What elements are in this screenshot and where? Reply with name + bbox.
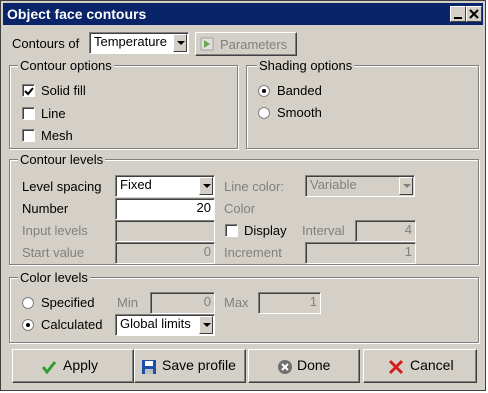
mesh-label: Mesh — [41, 128, 73, 143]
start-value-input[interactable]: 0 — [115, 242, 215, 264]
window-title: Object face contours — [7, 6, 147, 22]
calculated-select[interactable]: Global limits — [115, 314, 215, 336]
line-checkbox[interactable] — [22, 107, 35, 120]
color-label: Color — [224, 201, 256, 216]
save-profile-label: Save profile — [162, 357, 236, 373]
level-spacing-label: Level spacing — [22, 179, 102, 194]
checkmark-icon — [41, 361, 57, 375]
contours-of-label: Contours of — [12, 36, 80, 51]
apply-button[interactable]: Apply — [12, 349, 134, 383]
specified-label: Specified — [41, 295, 95, 310]
floppy-disk-icon — [142, 360, 156, 374]
start-value-value: 0 — [203, 244, 211, 259]
calculated-label: Calculated — [41, 317, 103, 332]
done-icon — [278, 360, 292, 374]
input-levels-input[interactable] — [115, 220, 215, 242]
parameters-button[interactable]: Parameters — [195, 32, 297, 56]
minimize-icon — [454, 17, 462, 19]
mesh-checkbox[interactable] — [22, 129, 35, 142]
chevron-down-icon[interactable] — [173, 34, 187, 52]
done-button[interactable]: Done — [248, 349, 360, 383]
solid-fill-label: Solid fill — [41, 83, 86, 98]
solid-fill-checkbox[interactable] — [22, 84, 35, 97]
increment-label: Increment — [224, 245, 282, 260]
chevron-down-icon[interactable] — [199, 177, 213, 195]
input-levels-label: Input levels — [22, 223, 88, 238]
smooth-label: Smooth — [277, 105, 322, 120]
start-value-label: Start value — [22, 245, 85, 260]
increment-value: 1 — [404, 244, 412, 259]
save-profile-button[interactable]: Save profile — [134, 349, 246, 383]
number-input[interactable]: 20 — [115, 198, 215, 220]
color-levels-title: Color levels — [18, 270, 90, 285]
interval-input[interactable]: 4 — [355, 220, 416, 242]
calculated-radio[interactable] — [22, 319, 34, 331]
min-label: Min — [117, 295, 138, 310]
level-spacing-select[interactable]: Fixed — [115, 175, 215, 197]
min-value: 0 — [203, 294, 211, 309]
line-color-select[interactable]: Variable — [305, 175, 415, 197]
checkmark-icon — [24, 87, 34, 96]
line-color-label: Line color: — [224, 179, 284, 194]
close-button[interactable] — [466, 6, 482, 22]
number-label: Number — [22, 201, 69, 216]
cancel-icon — [388, 359, 404, 375]
chevron-down-icon[interactable] — [199, 316, 213, 334]
display-label: Display — [244, 223, 287, 238]
dialog-window: Object face contours Contours of Tempera… — [0, 0, 486, 391]
minimize-button[interactable] — [450, 6, 466, 22]
calculated-value: Global limits — [120, 316, 191, 331]
max-label: Max — [224, 295, 249, 310]
color-levels-group: Color levels — [9, 270, 479, 343]
smooth-radio[interactable] — [258, 107, 270, 119]
number-value: 20 — [196, 200, 211, 215]
line-label: Line — [41, 106, 66, 121]
specified-radio[interactable] — [22, 297, 34, 309]
apply-label: Apply — [63, 357, 99, 373]
contours-of-select[interactable]: Temperature — [89, 32, 189, 54]
increment-input[interactable]: 1 — [305, 242, 416, 264]
title-bar: Object face contours — [3, 3, 483, 25]
contours-of-value: Temperature — [94, 34, 167, 49]
contour-options-title: Contour options — [18, 58, 114, 73]
contour-levels-title: Contour levels — [18, 152, 106, 167]
level-spacing-value: Fixed — [120, 177, 152, 192]
banded-radio[interactable] — [258, 85, 270, 97]
chevron-down-icon[interactable] — [399, 177, 413, 195]
cancel-button[interactable]: Cancel — [363, 349, 477, 383]
line-color-value: Variable — [310, 177, 357, 192]
banded-label: Banded — [277, 83, 322, 98]
parameters-icon — [200, 37, 214, 51]
shading-options-title: Shading options — [257, 58, 355, 73]
interval-value: 4 — [404, 222, 412, 237]
display-checkbox[interactable] — [225, 224, 238, 237]
min-input[interactable]: 0 — [150, 292, 215, 314]
max-input[interactable]: 1 — [258, 292, 321, 314]
close-icon — [469, 9, 479, 19]
parameters-label: Parameters — [220, 37, 288, 52]
interval-label: Interval — [302, 223, 345, 238]
max-value: 1 — [309, 294, 317, 309]
done-label: Done — [297, 357, 331, 373]
cancel-label: Cancel — [410, 357, 454, 373]
